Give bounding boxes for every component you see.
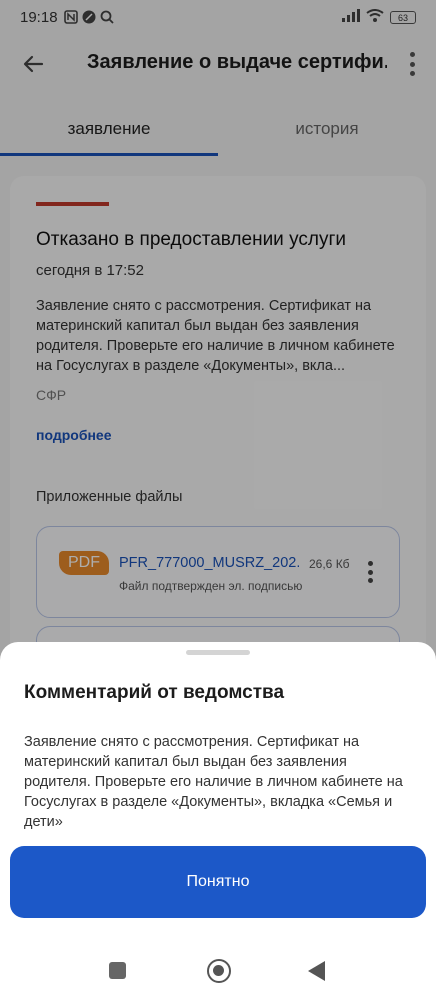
sheet-title: Комментарий от ведомства xyxy=(24,682,285,703)
sheet-drag-handle[interactable] xyxy=(186,650,250,655)
back-icon[interactable] xyxy=(308,961,325,981)
recent-apps-icon[interactable] xyxy=(109,962,126,979)
ok-button[interactable]: Понятно xyxy=(10,846,426,918)
home-icon[interactable] xyxy=(207,959,231,983)
sheet-comment-text: Заявление снято с рассмотрения. Сертифик… xyxy=(24,734,403,830)
system-nav-bar xyxy=(0,944,436,1000)
